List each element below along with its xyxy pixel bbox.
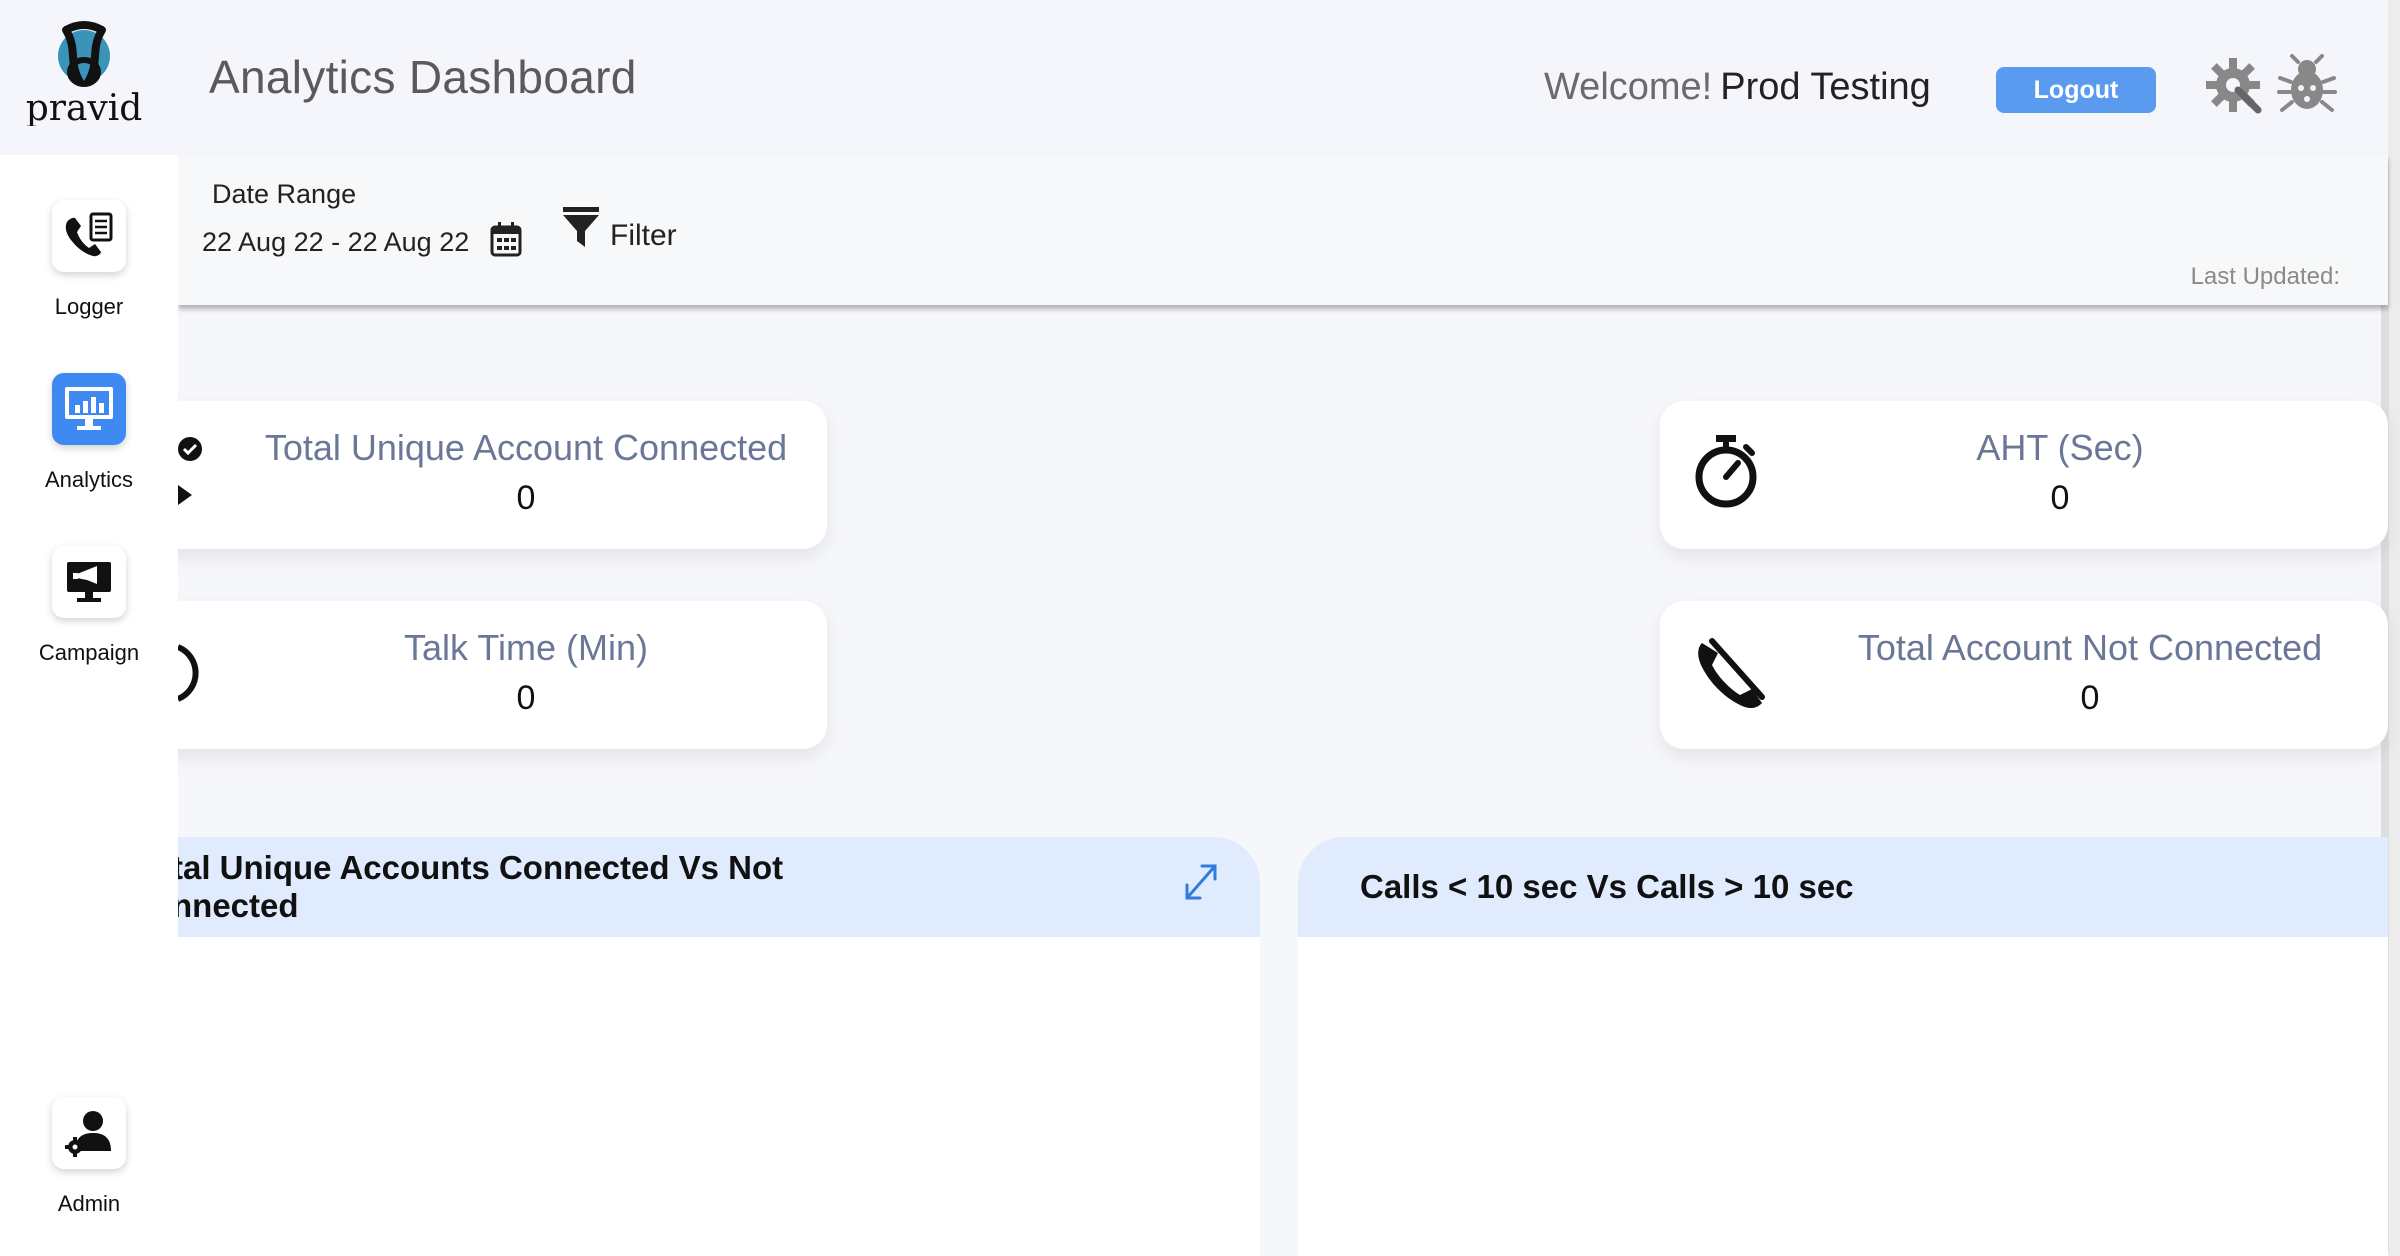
stat-value: 0 bbox=[2080, 679, 2100, 717]
panel-title: Calls < 10 sec Vs Calls > 10 sec bbox=[1360, 868, 1854, 905]
phone-log-icon bbox=[65, 212, 113, 257]
sidebar-item-campaign[interactable]: Campaign bbox=[0, 546, 178, 666]
sidebar-item-label: Admin bbox=[57, 1191, 121, 1216]
bug-report-icon[interactable] bbox=[2276, 54, 2338, 116]
stopwatch-icon bbox=[1695, 435, 1757, 508]
stat-value: 0 bbox=[516, 679, 536, 717]
pravid-logo[interactable]: pravid bbox=[22, 16, 152, 129]
panel-title-line1: tal Unique Accounts Connected Vs Not bbox=[172, 849, 784, 886]
filter-label: Filter bbox=[610, 219, 677, 252]
panel-header: Calls < 10 sec Vs Calls > 10 sec bbox=[1298, 837, 2388, 937]
settings-gear-icon[interactable] bbox=[2202, 54, 2264, 116]
pravid-logo-icon: pravid bbox=[26, 21, 143, 129]
sidebar-item-label: Logger bbox=[54, 294, 124, 319]
page-scroll-track[interactable] bbox=[2388, 0, 2400, 1256]
sidebar-item-admin[interactable]: Admin bbox=[0, 1097, 178, 1217]
monitor-chart-icon bbox=[65, 387, 113, 430]
sidebar-item-analytics[interactable]: Analytics bbox=[0, 373, 178, 493]
date-range-picker[interactable]: 22 Aug 22 - 22 Aug 22 bbox=[202, 227, 469, 258]
top-header: pravid Analytics Dashboard Welcome! Prod … bbox=[0, 0, 2388, 155]
welcome-prefix: Welcome! bbox=[1544, 66, 1713, 108]
sidebar-item-label: Campaign bbox=[38, 640, 140, 665]
stat-card-not-connected: Total Account Not Connected 0 bbox=[1660, 601, 2388, 749]
filter-bar: Date Range 22 Aug 22 - 22 Aug 22 Filter … bbox=[178, 155, 2388, 305]
stat-value: 0 bbox=[516, 479, 536, 517]
stat-card-aht: AHT (Sec) 0 bbox=[1660, 401, 2388, 549]
nav-tile[interactable] bbox=[52, 200, 126, 272]
user-name: Prod Testing bbox=[1720, 66, 1931, 108]
sidebar-item-logger[interactable]: Logger bbox=[0, 200, 178, 320]
nav-tile[interactable] bbox=[52, 1097, 126, 1169]
panel-header: tal Unique Accounts Connected Vs Not nne… bbox=[120, 837, 1260, 937]
panel-title: tal Unique Accounts Connected Vs Not nne… bbox=[172, 849, 783, 925]
clock-icon bbox=[176, 644, 199, 702]
filter-funnel-icon bbox=[563, 207, 599, 247]
stat-card-talk-time: Talk Time (Min) 0 bbox=[112, 601, 827, 749]
stat-title: Total Account Not Connected bbox=[1857, 627, 2323, 668]
nav-tile[interactable] bbox=[52, 373, 126, 445]
nav-tile[interactable] bbox=[52, 546, 126, 618]
expand-icon[interactable] bbox=[1182, 861, 1220, 903]
stat-title: AHT (Sec) bbox=[1976, 427, 2144, 468]
stat-title: Total Unique Account Connected bbox=[264, 427, 788, 468]
welcome-text: Welcome! Prod Testing bbox=[1544, 66, 1931, 109]
page-title: Analytics Dashboard bbox=[209, 51, 637, 103]
stat-value: 0 bbox=[2050, 479, 2070, 517]
logout-button[interactable]: Logout bbox=[1996, 67, 2156, 113]
calendar-icon[interactable] bbox=[490, 221, 522, 257]
phone-disconnected-icon bbox=[1698, 638, 1765, 709]
stat-card-total-unique-connected: Total Unique Account Connected 0 bbox=[112, 401, 827, 549]
date-range-label: Date Range bbox=[212, 179, 357, 209]
last-updated-label: Last Updated: bbox=[2190, 263, 2340, 290]
panel-connected-vs-not: tal Unique Accounts Connected Vs Not nne… bbox=[120, 837, 1260, 1256]
user-gear-icon bbox=[65, 1111, 111, 1157]
stat-title: Talk Time (Min) bbox=[403, 627, 649, 668]
megaphone-monitor-icon bbox=[67, 562, 111, 602]
check-circle-icon bbox=[178, 437, 202, 505]
logo-wordmark: pravid bbox=[26, 88, 143, 126]
panel-calls-duration: Calls < 10 sec Vs Calls > 10 sec bbox=[1298, 837, 2388, 1256]
panel-title-line2: nnected bbox=[172, 887, 299, 924]
sidebar-item-label: Analytics bbox=[44, 467, 134, 492]
left-sidebar: Logger Analytics Campaign Admin bbox=[0, 155, 178, 1256]
